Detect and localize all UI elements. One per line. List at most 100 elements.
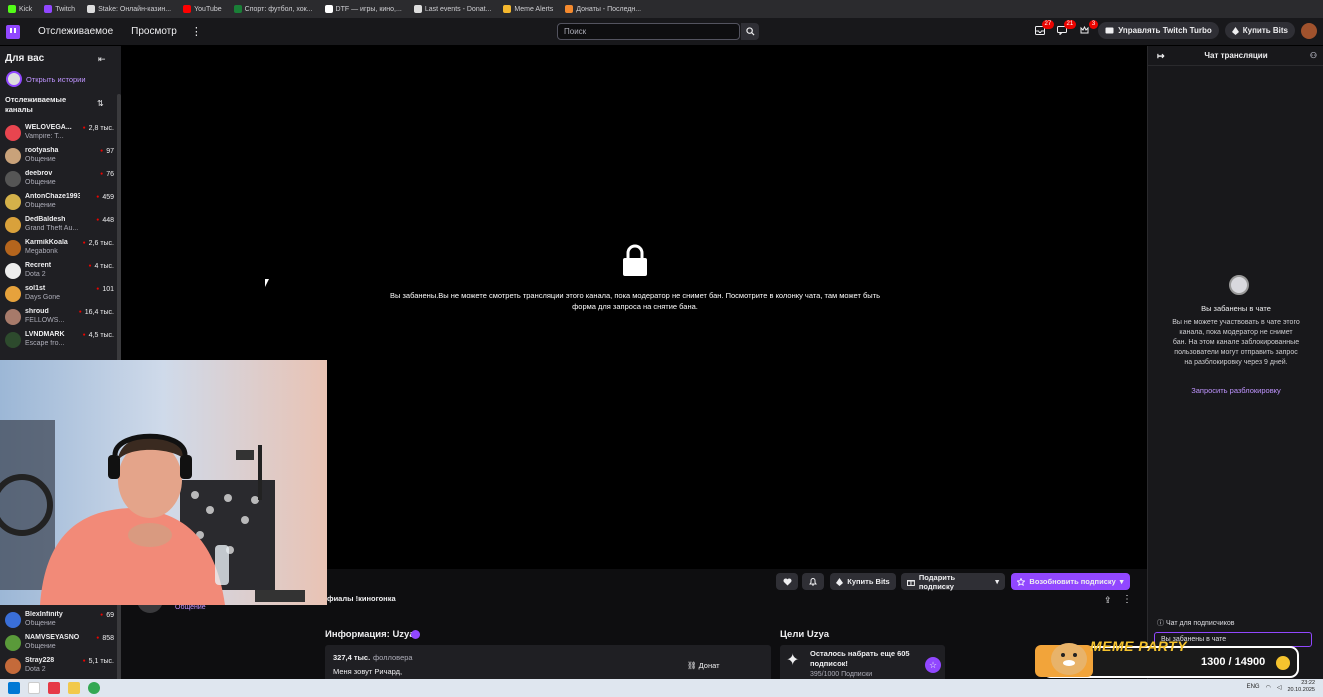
prime-button[interactable]: 3	[1076, 19, 1099, 39]
collapse-sidebar-icon[interactable]: ⇤	[98, 54, 106, 65]
stories-label: Открыть истории	[26, 74, 86, 84]
bookmark-item[interactable]: Kick	[4, 2, 36, 16]
bookmark-label: Stake: Онлайн-казин...	[98, 5, 172, 13]
search-icon	[745, 27, 755, 36]
bookmark-item[interactable]: Twitch	[40, 2, 79, 16]
sidebar-channel-item[interactable]: NAMVSEYASNO Общение 858	[4, 632, 114, 654]
sidebar-channel-item[interactable]: shroud FELLOWS... 16,4 тыс.	[4, 306, 114, 328]
resubscribe-label: Возобновить подписку	[1029, 577, 1116, 586]
sidebar-channel-item[interactable]: KarmikKoala Megabonk 2,6 тыс.	[4, 237, 114, 259]
sidebar-channel-item[interactable]: DedBaldesh Grand Theft Au... 448	[4, 214, 114, 236]
bookmark-label: Kick	[19, 5, 33, 13]
chat-header-title: Чат трансляции	[1204, 51, 1268, 60]
channel-category: Days Gone	[25, 294, 61, 301]
user-avatar[interactable]	[1301, 22, 1317, 39]
sidebar-channel-item[interactable]: WELOVEGA... Vampire: T... 2,8 тыс.	[4, 122, 114, 144]
nav-browse[interactable]: Просмотр	[131, 26, 177, 37]
chat-banned-description: Вы не можете участвовать в чате этого ка…	[1172, 319, 1300, 366]
whispers-button[interactable]: 21	[1054, 19, 1077, 39]
info-title: Информация: Uzya	[325, 629, 415, 640]
sidebar-channel-item[interactable]: BlexInfinity Общение 69	[4, 609, 114, 631]
search-button[interactable]	[741, 23, 759, 40]
share-icon[interactable]: ⇪	[1104, 595, 1112, 606]
channel-avatar	[5, 125, 21, 141]
meme-party-progress: 1300 / 14900	[1201, 656, 1266, 668]
goal-subscribe-button[interactable]: ☆	[925, 657, 941, 673]
sidebar-channel-item[interactable]: deebrov Общение 76	[4, 168, 114, 190]
channel-name: KarmikKoala	[25, 239, 68, 246]
windows-taskbar: ENG ◠ ◁ 23:22 20.10.2025	[0, 679, 1323, 697]
sidebar-channel-item[interactable]: Stray228 Dota 2 5,1 тыс.	[4, 655, 114, 677]
users-icon[interactable]: ⚇	[1310, 46, 1317, 66]
wifi-icon[interactable]: ◠	[1266, 684, 1271, 691]
gift-sub-button[interactable]: Подарить подписку ▾	[901, 572, 1005, 591]
sidebar-channel-item[interactable]: LVNDMARK Escape fro... 4,5 тыс.	[4, 329, 114, 351]
sidebar-channel-item[interactable]: AntonChaze1993 Общение 459	[4, 191, 114, 213]
ban-message: Вы забанены.Вы не можете смотреть трансл…	[389, 291, 881, 311]
channel-avatar	[5, 658, 21, 674]
turbo-button[interactable]: Управлять Twitch Turbo	[1098, 22, 1219, 39]
clock[interactable]: 23:22 20.10.2025	[1287, 680, 1315, 694]
system-tray: ENG ◠ ◁ 23:22 20.10.2025	[1247, 680, 1315, 694]
lock-icon	[623, 244, 647, 276]
goals-title: Цели Uzya	[780, 629, 830, 640]
webcam-overlay	[0, 360, 327, 605]
followers-label: фолловера	[373, 653, 413, 662]
channel-category: Общение	[25, 156, 56, 163]
bookmark-favicon-icon	[44, 5, 53, 13]
more-menu-icon[interactable]: ⋮	[191, 25, 202, 38]
nav-following[interactable]: Отслеживаемое	[38, 26, 113, 37]
bookmark-item[interactable]: DTF — игры, кино,...	[321, 2, 406, 16]
stream-category[interactable]: Общение	[175, 604, 206, 611]
star-icon	[1017, 577, 1026, 586]
chat-banned-title: Вы забанены в чате	[1201, 304, 1271, 313]
resubscribe-button[interactable]: Возобновить подписку ▾	[1011, 573, 1130, 590]
donate-link[interactable]: ⛓ Донат	[687, 661, 720, 670]
request-unban-link[interactable]: Запросить разблокировку	[1148, 386, 1323, 395]
search-taskbar-icon[interactable]	[28, 682, 40, 694]
language-indicator[interactable]: ENG	[1247, 684, 1260, 690]
channel-name: Stray228	[25, 657, 55, 664]
search-input[interactable]: Поиск	[557, 23, 740, 40]
chevron-down-icon: ▾	[1119, 577, 1124, 586]
buy-bits-button[interactable]: Купить Bits	[1224, 22, 1295, 39]
stories-button[interactable]: Открыть истории	[6, 71, 86, 87]
follow-button[interactable]	[776, 573, 798, 590]
channel-name: AntonChaze1993	[25, 193, 80, 200]
chat-header: ↦ Чат трансляции ⚇	[1148, 46, 1323, 66]
stream-buy-bits-button[interactable]: Купить Bits	[830, 573, 896, 590]
tv-icon	[1105, 27, 1114, 34]
clock-date: 20.10.2025	[1287, 687, 1315, 693]
goal-text: Осталось набрать еще 605 подписок!	[810, 649, 910, 668]
sidebar-channel-item[interactable]: sol1st Days Gone 101	[4, 283, 114, 305]
bookmarks-bar: Kick Twitch Stake: Онлайн-казин... YouTube С…	[0, 0, 1323, 18]
notifications-button[interactable]	[802, 573, 824, 590]
channel-category: Dota 2	[25, 666, 46, 673]
bookmark-item[interactable]: Донаты - Последн...	[561, 2, 645, 16]
bookmark-item[interactable]: Stake: Онлайн-казин...	[83, 2, 175, 16]
channel-viewers: 2,8 тыс.	[83, 125, 114, 132]
bookmark-item[interactable]: Спорт: футбол, хок...	[230, 2, 317, 16]
sidebar-channel-item[interactable]: Recrent Dota 2 4 тыс.	[4, 260, 114, 282]
chrome-icon[interactable]	[88, 682, 100, 694]
inbox-button[interactable]: 27	[1032, 19, 1055, 39]
twitch-logo-icon[interactable]	[6, 24, 20, 39]
windows-start-icon[interactable]	[8, 682, 20, 694]
bookmark-favicon-icon	[87, 5, 96, 13]
gift-sub-label: Подарить подписку	[918, 572, 956, 591]
channel-avatar	[5, 148, 21, 164]
more-options-icon[interactable]: ⋮	[1122, 594, 1132, 605]
sort-icon[interactable]: ⇅	[97, 99, 104, 108]
bookmark-item[interactable]: Last events - Donat...	[410, 2, 496, 16]
volume-icon[interactable]: ◁	[1277, 684, 1282, 691]
webcam-image	[0, 360, 327, 605]
yandex-browser-icon[interactable]	[48, 682, 60, 694]
collapse-chat-icon[interactable]: ↦	[1157, 46, 1165, 66]
sidebar-channel-item[interactable]: rootyasha Общение 97	[4, 145, 114, 167]
inbox-badge: 27	[1041, 19, 1055, 29]
bookmark-item[interactable]: YouTube	[179, 2, 226, 16]
bookmark-item[interactable]: Meme Alerts	[499, 2, 557, 16]
file-explorer-icon[interactable]	[68, 682, 80, 694]
channel-name: LVNDMARK	[25, 331, 65, 338]
channel-viewers: 4 тыс.	[88, 263, 114, 270]
